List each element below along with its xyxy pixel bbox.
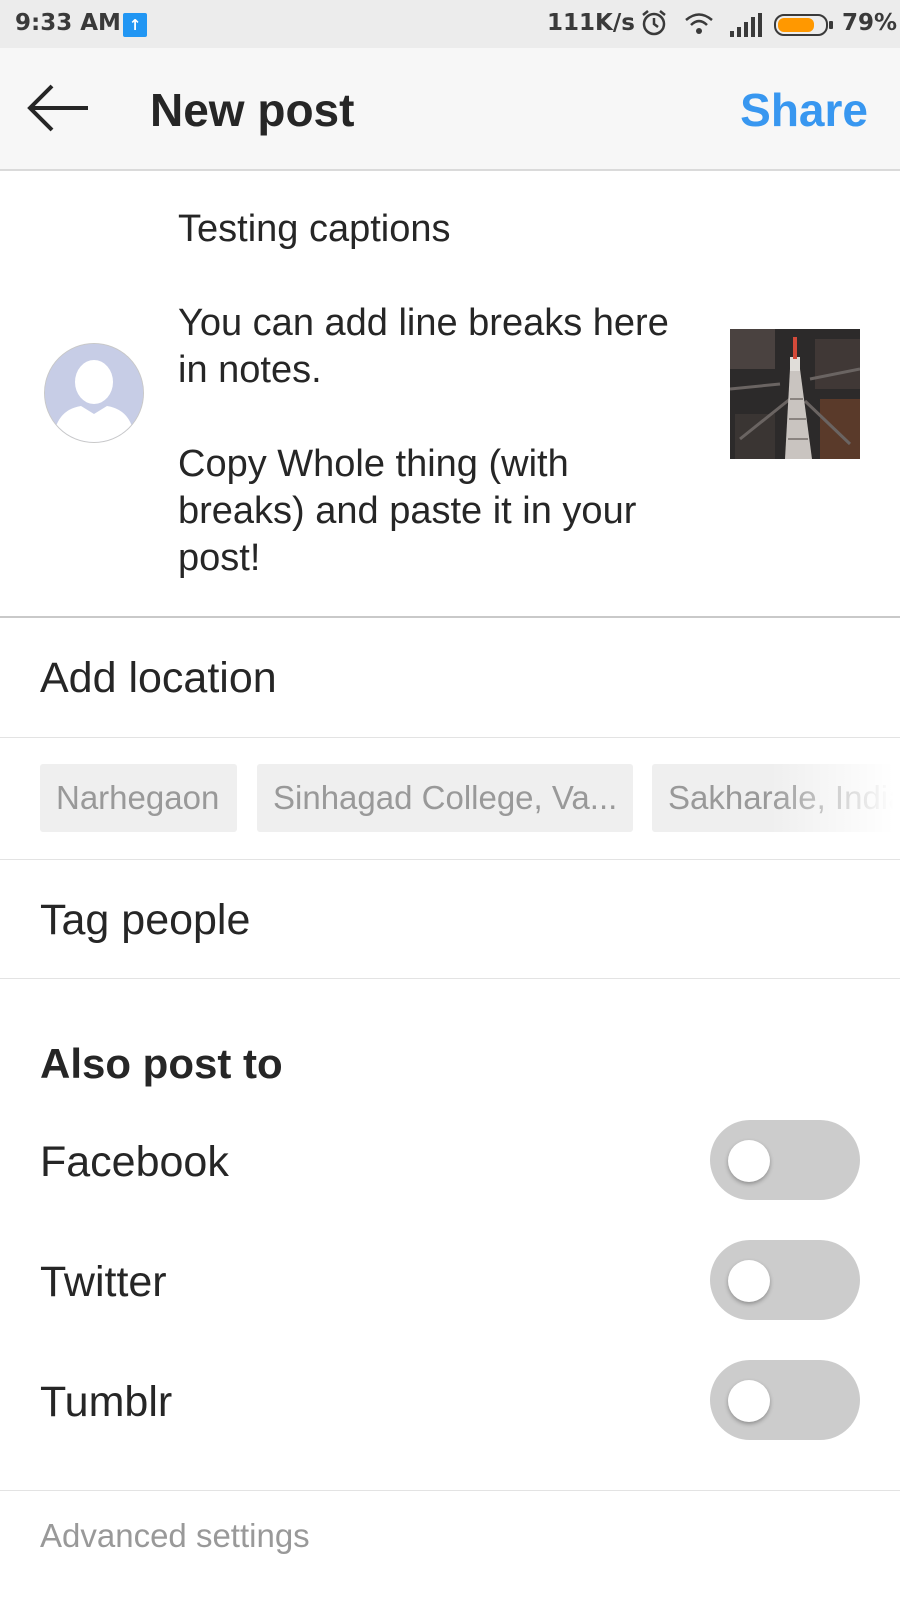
upload-arrow-icon: ↑ <box>123 13 147 37</box>
add-location-label: Add location <box>40 654 277 702</box>
caption-section: Testing captions You can add line breaks… <box>0 170 900 618</box>
location-chip[interactable]: Narhegaon <box>40 764 237 832</box>
location-suggestions: Narhegaon Sinhagad College, Va... Sakhar… <box>0 738 900 860</box>
facebook-toggle[interactable] <box>710 1120 860 1200</box>
add-location-row[interactable]: Add location <box>0 618 900 738</box>
advanced-settings-link[interactable]: Advanced settings <box>40 1517 310 1555</box>
twitter-label: Twitter <box>40 1258 167 1306</box>
toggle-knob <box>728 1260 770 1302</box>
alarm-icon <box>642 10 666 36</box>
tumblr-toggle[interactable] <box>710 1360 860 1440</box>
divider <box>0 1490 900 1491</box>
back-button[interactable] <box>22 78 98 138</box>
status-bar: 9:33 AM ↑ 111K/s 79% <box>0 0 900 48</box>
battery-icon <box>774 14 833 36</box>
location-chip[interactable]: Sinhagad College, Va... <box>257 764 633 832</box>
twitter-toggle[interactable] <box>710 1240 860 1320</box>
toggle-knob <box>728 1140 770 1182</box>
location-chip[interactable]: Sakharale, India <box>652 764 900 832</box>
network-speed: 111K/s <box>547 10 635 36</box>
battery-percent: 79% <box>842 10 898 36</box>
share-button[interactable]: Share <box>740 83 868 137</box>
facebook-label: Facebook <box>40 1138 229 1186</box>
page-title: New post <box>150 84 355 136</box>
app-header: New post Share <box>0 48 900 171</box>
wifi-icon <box>685 13 713 34</box>
back-arrow-icon <box>27 84 88 132</box>
post-thumbnail <box>730 329 860 459</box>
tumblr-label: Tumblr <box>40 1378 173 1426</box>
default-avatar-icon <box>44 343 144 443</box>
tag-people-row[interactable]: Tag people <box>0 860 900 979</box>
tag-people-label: Tag people <box>40 896 251 944</box>
status-time: 9:33 AM <box>15 10 121 36</box>
toggle-knob <box>728 1380 770 1422</box>
also-post-to-heading: Also post to <box>40 1040 283 1087</box>
caption-input[interactable]: Testing captions You can add line breaks… <box>178 206 698 582</box>
signal-icon <box>730 13 762 37</box>
